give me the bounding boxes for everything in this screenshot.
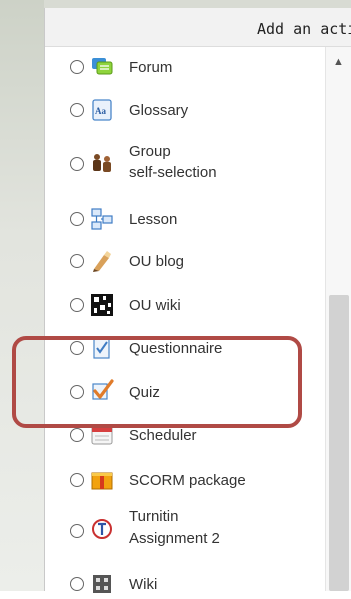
activity-option-lesson[interactable]: Lesson bbox=[45, 204, 321, 234]
activity-option-scorm-package[interactable]: SCORM package bbox=[45, 465, 321, 495]
activity-option-forum[interactable]: Forum bbox=[45, 52, 321, 82]
background-left bbox=[0, 0, 44, 591]
radio-button[interactable] bbox=[70, 157, 84, 171]
forum-icon bbox=[92, 58, 113, 75]
radio-button[interactable] bbox=[70, 473, 84, 487]
background-top bbox=[44, 0, 351, 8]
blog-icon bbox=[93, 251, 111, 272]
activity-label-line1: Turnitin bbox=[129, 508, 179, 525]
activity-option-ou-wiki[interactable]: OU wiki bbox=[45, 290, 321, 320]
activity-label: SCORM package bbox=[129, 472, 246, 489]
radio-button[interactable] bbox=[70, 524, 84, 538]
scorm-package-icon bbox=[91, 472, 113, 490]
scroll-up-arrow-icon[interactable]: ▲ bbox=[333, 56, 344, 68]
radio-button[interactable] bbox=[70, 298, 84, 312]
radio-button[interactable] bbox=[70, 60, 84, 74]
activity-label-line2: self-selection bbox=[129, 164, 217, 181]
radio-button[interactable] bbox=[70, 428, 84, 442]
quiz-highlight-box bbox=[12, 336, 302, 428]
activity-label: OU wiki bbox=[129, 297, 181, 314]
activity-label: Scheduler bbox=[129, 427, 197, 444]
activity-option-glossary[interactable]: Aa Glossary bbox=[45, 95, 321, 125]
activity-label-line1: Group bbox=[129, 143, 171, 160]
radio-button[interactable] bbox=[70, 577, 84, 591]
activity-option-wiki[interactable]: Wiki bbox=[45, 569, 321, 599]
radio-button[interactable] bbox=[70, 212, 84, 226]
scrollbar[interactable]: ▲ bbox=[325, 47, 351, 591]
activity-label: Lesson bbox=[129, 211, 178, 228]
dialog-title: Add an acti bbox=[257, 20, 351, 38]
wiki-icon bbox=[93, 575, 111, 593]
svg-text:Aa: Aa bbox=[95, 106, 106, 116]
activity-label: Glossary bbox=[129, 102, 189, 119]
dialog-header: Add an acti bbox=[45, 8, 351, 47]
activity-option-group-self-selection[interactable]: Group self-selection bbox=[45, 140, 321, 190]
turnitin-icon bbox=[92, 519, 112, 539]
activity-option-turnitin-assignment-2[interactable]: Turnitin Assignment 2 bbox=[45, 506, 321, 556]
glossary-icon: Aa bbox=[92, 99, 112, 121]
radio-button[interactable] bbox=[70, 103, 84, 117]
radio-button[interactable] bbox=[70, 254, 84, 268]
activity-label: Forum bbox=[129, 59, 173, 76]
activity-label: Wiki bbox=[129, 576, 158, 593]
activity-label: OU blog bbox=[129, 253, 185, 270]
ou-wiki-icon bbox=[91, 294, 113, 316]
activity-option-ou-blog[interactable]: OU blog bbox=[45, 246, 321, 276]
activity-label-line2: Assignment 2 bbox=[129, 530, 220, 547]
scrollbar-thumb[interactable] bbox=[329, 295, 349, 591]
lesson-icon bbox=[91, 208, 113, 230]
group-people-icon bbox=[93, 154, 111, 172]
add-activity-dialog: Add an acti Forum Aa Glossary Group self… bbox=[44, 8, 351, 593]
